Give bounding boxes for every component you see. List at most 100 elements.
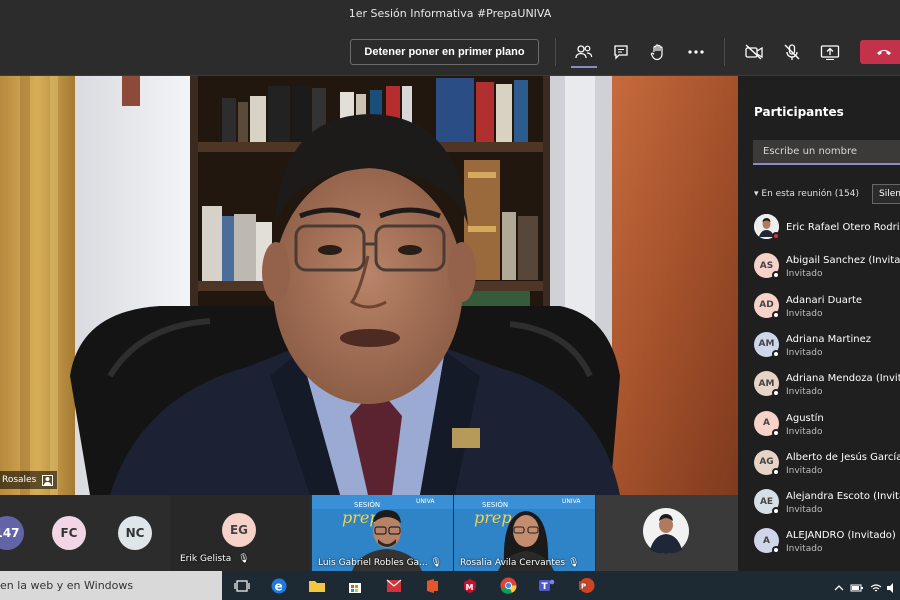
meeting-toolbar: Detener poner en primer plano [0, 26, 900, 76]
participant-role: Invitado [786, 465, 823, 476]
hang-up-icon [877, 50, 891, 55]
video-strip: 147 FC NC EG Erik Gelista 🎙 SESIÓN prepa U… [0, 495, 738, 571]
mic-icon: 🎙 [238, 554, 250, 564]
hang-up-button[interactable] [860, 40, 900, 64]
mail-icon[interactable] [384, 576, 403, 595]
presence-status-icon [772, 546, 780, 555]
wifi-icon[interactable] [870, 579, 882, 592]
participant-list-item[interactable]: AD Adanari Duarte Invitado [754, 291, 900, 327]
participant-list-item[interactable]: AM Adriana Martinez Invitado [754, 330, 900, 366]
participant-video-tile[interactable]: SESIÓN prepa UNIVA Luis Gabriel Robles G… [312, 495, 453, 571]
presence-status-icon [772, 232, 780, 240]
windows-taskbar: en la web y en Windows e M T P [0, 571, 900, 600]
participant-tile-erik[interactable]: EG Erik Gelista 🎙 [170, 495, 310, 571]
presence-status-icon [772, 389, 780, 398]
participant-name: Adriana Martinez [786, 333, 871, 345]
svg-text:UNIVA: UNIVA [562, 498, 581, 505]
participant-name: Adriana Mendoza (Invit [786, 373, 900, 385]
chrome-icon[interactable] [499, 576, 518, 595]
camera-off-icon[interactable] [742, 40, 766, 64]
presence-status-icon [772, 428, 780, 437]
participant-search-input[interactable] [753, 140, 900, 165]
participant-list-item[interactable]: AE Alejandra Escoto (Invita Invitado [754, 487, 900, 523]
svg-text:M: M [465, 583, 473, 592]
in-meeting-count[interactable]: ▾ En esta reunión (154) [754, 189, 859, 199]
presence-status-icon [772, 507, 780, 516]
teams-icon[interactable]: T [537, 576, 556, 595]
taskbar-search-box[interactable]: en la web y en Windows [0, 571, 222, 600]
participant-role: Invitado [786, 544, 823, 555]
main-video-feed: Rosales [0, 76, 738, 495]
more-icon[interactable] [684, 40, 708, 64]
presence-status-icon [772, 310, 780, 319]
participant-name: Alejandra Escoto (Invita [786, 491, 900, 503]
participant-list-item[interactable]: A ALEJANDRO (Invitado) Invitado [754, 526, 900, 562]
mic-icon: 🎙 [430, 558, 442, 568]
participant-list-item[interactable]: Eric Rafael Otero Rodrig [754, 212, 900, 248]
mcafee-icon[interactable]: M [460, 576, 479, 595]
svg-text:P: P [581, 583, 586, 591]
speaker-name-tag: Rosales [0, 471, 58, 489]
person-icon [42, 474, 54, 486]
office-icon[interactable] [422, 576, 441, 595]
avatar: EG [222, 513, 256, 547]
participant-photo [596, 495, 738, 571]
tile-name: Rosalia Avila Cervantes 🎙 [460, 558, 580, 568]
file-explorer-icon[interactable] [307, 576, 326, 595]
store-icon[interactable] [345, 576, 364, 595]
participant-name: Adanari Duarte [786, 294, 863, 306]
participant-list-item[interactable]: AM Adriana Mendoza (Invit Invitado [754, 369, 900, 405]
avatar[interactable]: 147 [0, 516, 24, 550]
powerpoint-icon[interactable]: P [577, 576, 596, 595]
battery-icon[interactable] [850, 579, 863, 592]
speaker-video-image [0, 76, 738, 495]
participant-list-item[interactable]: AG Alberto de Jesús García Invitado [754, 448, 900, 484]
participant-role: Invitado [786, 387, 823, 398]
participant-role: Invitado [786, 308, 823, 319]
edge-icon[interactable]: e [269, 576, 288, 595]
participant-name: ALEJANDRO (Invitado) [786, 530, 896, 542]
volume-icon[interactable] [886, 579, 898, 593]
avatar[interactable]: FC [52, 516, 86, 550]
chat-icon[interactable] [609, 40, 633, 64]
avatar[interactable]: NC [118, 516, 152, 550]
presence-status-icon [772, 271, 780, 280]
participant-name: Abigail Sanchez (Invitad [786, 255, 900, 267]
participants-active-indicator [571, 66, 597, 68]
in-meeting-label: En esta reunión (154) [761, 189, 859, 199]
participant-role: Invitado [786, 426, 823, 437]
participant-list-item[interactable]: A Agustín Invitado [754, 409, 900, 445]
participants-icon[interactable] [572, 40, 596, 64]
participant-name: Alberto de Jesús García [786, 451, 900, 463]
tray-chevron-up-icon[interactable] [833, 579, 845, 591]
svg-text:T: T [542, 582, 549, 592]
presence-status-icon [772, 349, 780, 358]
participants-panel: Participantes ▾ En esta reunión (154) Si… [738, 76, 900, 571]
teams-window: 1er Sesión Informativa #PrepaUNIVA Deten… [0, 0, 900, 600]
share-icon[interactable] [818, 40, 842, 64]
speaker-name: Rosales [2, 475, 37, 485]
stop-spotlight-button[interactable]: Detener poner en primer plano [350, 39, 539, 65]
participant-role: Invitado [786, 347, 823, 358]
mic-icon: 🎙 [567, 558, 580, 568]
raise-hand-icon[interactable] [646, 40, 670, 64]
mic-off-icon[interactable] [780, 40, 804, 64]
participant-video-tile[interactable]: SESIÓN prepa UNIVA Rosalia Avila Cervant… [454, 495, 595, 571]
task-view-icon[interactable] [232, 576, 251, 595]
participant-role: Invitado [786, 505, 823, 516]
participant-name: Eric Rafael Otero Rodrig [786, 222, 900, 233]
title-bar: 1er Sesión Informativa #PrepaUNIVA [0, 0, 900, 26]
participants-title: Participantes [754, 105, 844, 119]
mute-all-button[interactable]: Silen [872, 184, 900, 204]
participant-tile-photo[interactable] [596, 495, 738, 571]
participant-name: Agustín [786, 412, 824, 424]
svg-text:UNIVA: UNIVA [416, 498, 435, 505]
svg-text:e: e [274, 579, 282, 593]
participant-role: Invitado [786, 269, 823, 280]
participant-list-item[interactable]: AS Abigail Sanchez (Invitad Invitado [754, 251, 900, 287]
tile-name: Luis Gabriel Robles Ga... 🎙 [318, 558, 442, 568]
window-title: 1er Sesión Informativa #PrepaUNIVA [348, 6, 552, 20]
tile-name: Erik Gelista 🎙 [180, 554, 250, 564]
presence-status-icon [772, 467, 780, 476]
toolbar-divider [724, 38, 725, 66]
